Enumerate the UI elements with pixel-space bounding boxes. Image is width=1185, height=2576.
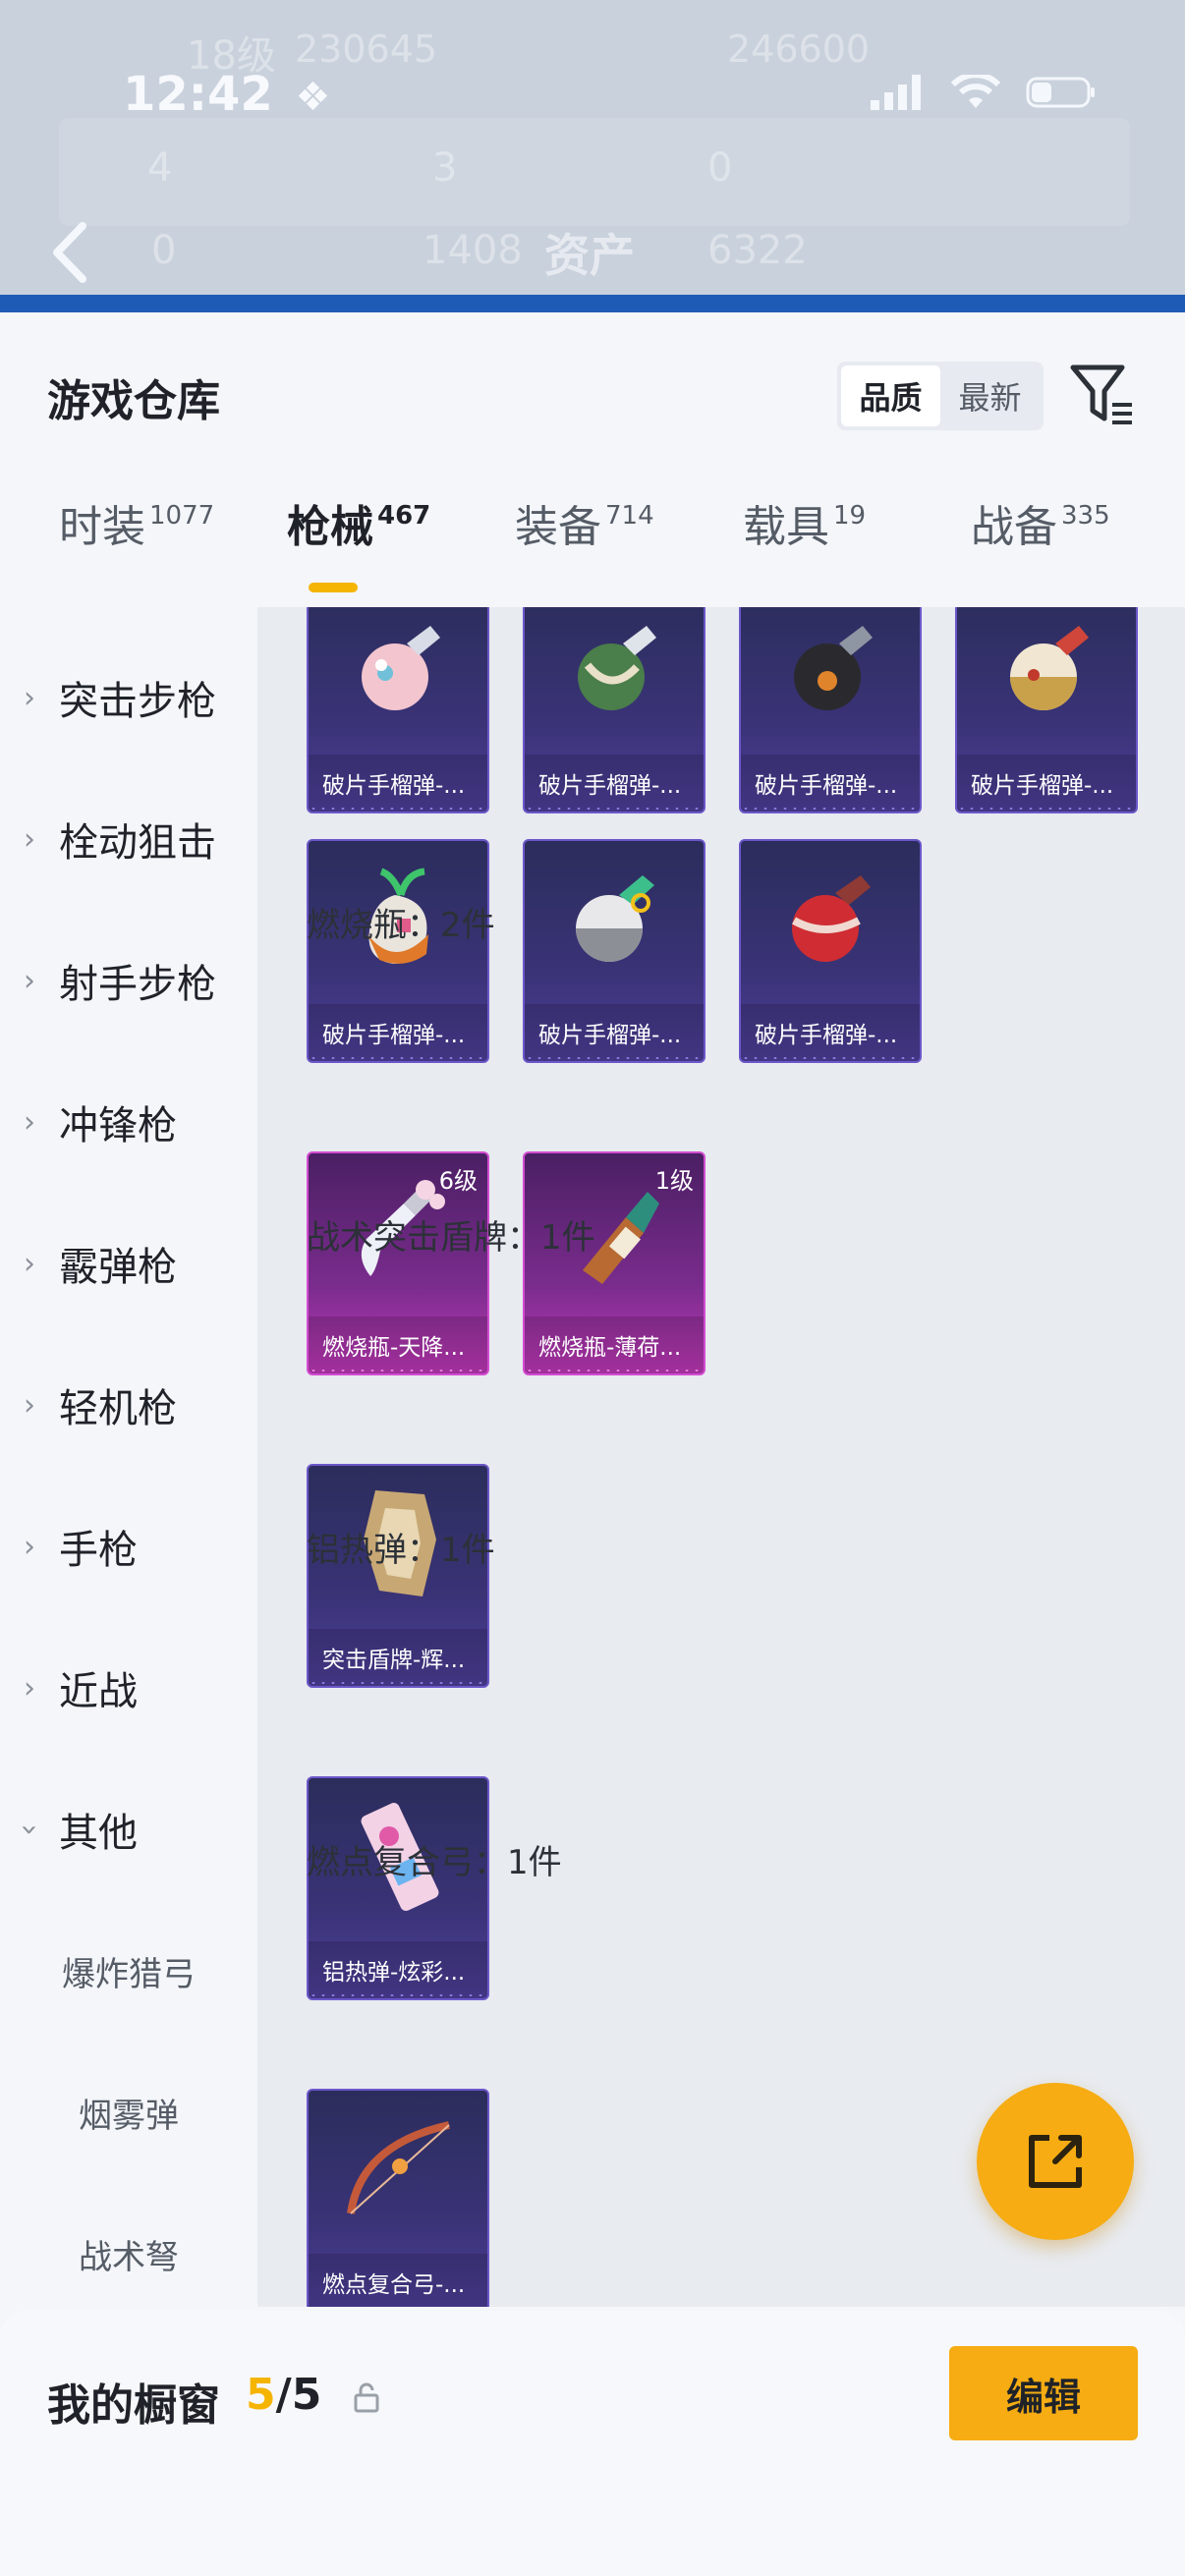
status-time: 12:42 ❖ [123,67,331,122]
sort-toggle: 品质 最新 [837,362,1044,430]
chevron-right-icon: › [24,1529,35,1564]
background-header: 18级 230645 246600 12:42 ❖ 4 3 0 0 1408 资… [0,0,1185,312]
stat-2: 3 [432,145,458,191]
chevron-right-icon: › [24,821,35,857]
item-level: 6级 [438,1167,478,1195]
wifi-icon [951,75,1000,108]
chevron-right-icon: › [24,963,35,998]
item-card[interactable]: 破片手榴弹-... [307,607,489,813]
bow-icon [347,2121,450,2214]
filter-icon[interactable] [1069,362,1134,426]
back-stat: 0 [151,228,177,273]
sidebar-item-shotgun[interactable]: › 霰弹枪 [0,1224,257,1303]
grenade-icon [1010,626,1089,710]
sidebar-item-lmg[interactable]: › 轻机枪 [0,1366,257,1444]
sort-latest-button[interactable]: 最新 [940,365,1040,426]
sidebar-item-smg[interactable]: › 冲锋枪 [0,1083,257,1161]
grenade-icon [794,626,873,710]
item-card[interactable]: 破片手榴弹-... [955,607,1138,813]
asset-value: 1408 [423,228,523,273]
sort-quality-button[interactable]: 品质 [841,365,940,426]
showcase-title: 我的橱窗 [47,2380,220,2431]
chevron-right-icon: › [24,1670,35,1706]
sidebar-sub-explosive-bow[interactable]: 爆炸猎弓 [0,1932,257,2010]
signal-icon [871,75,921,110]
score-right: 246600 [727,28,871,71]
item-card[interactable]: 6级 燃烧瓶-天降... [307,1151,489,1375]
lock-icon [354,2382,379,2413]
item-grid: 破片手榴弹-... 破片手榴弹-... 破片手榴弹-... 破片手榴弹-... … [257,607,1185,2307]
back-arrow-icon[interactable] [45,218,94,287]
item-card[interactable]: 破片手榴弹-... [739,607,922,813]
stat-1: 4 [147,145,173,191]
chevron-right-icon: › [24,1104,35,1140]
item-card[interactable]: 铝热弹-炫彩... [307,1776,489,2000]
grenade-icon [576,875,654,962]
asset-row: 0 1408 资产 6322 [53,198,1130,307]
sidebar: › 突击步枪 › 栓动狙击 › 射手步枪 › 冲锋枪 › 霰弹枪 › 轻机枪 › 手枪 › 近战… [0,607,257,2454]
sidebar-sub-crossbow[interactable]: 战术弩 [0,2214,257,2293]
share-icon [1029,2135,1082,2188]
item-card[interactable]: 燃点复合弓-... [307,2089,489,2307]
asset-label: 资产 [544,229,635,282]
group-title-thermite: 铝热弹：1件 [307,1531,495,1570]
tab-skins[interactable]: 时装 1077 [59,491,214,554]
asset-value-2: 6322 [707,228,808,273]
active-tab-indicator [309,583,358,592]
item-card[interactable]: 突击盾牌-辉... [307,1464,489,1688]
sidebar-item-assault-rifle[interactable]: › 突击步枪 [0,658,257,737]
sidebar-item-melee[interactable]: › 近战 [0,1649,257,1727]
sidebar-sub-smoke[interactable]: 烟雾弹 [0,2073,257,2152]
sidebar-item-other[interactable]: › 其他 [0,1790,257,1869]
item-card[interactable]: 破片手榴弹-... [307,839,489,1063]
sidebar-item-marksman-rifle[interactable]: › 射手步枪 [0,941,257,1020]
page-title: 游戏仓库 [47,376,220,426]
tab-tactical[interactable]: 战备 335 [971,491,1110,554]
sidebar-item-bolt-sniper[interactable]: › 栓动狙击 [0,800,257,878]
item-card[interactable]: 1级 燃烧瓶-薄荷... [523,1151,705,1375]
item-card[interactable]: 破片手榴弹-... [523,607,705,813]
warehouse-sheet: 游戏仓库 品质 最新 时装 1077 枪械 467 装备 714 载具 19 战备 335… [0,312,1185,2576]
chevron-right-icon: › [24,1387,35,1423]
status-icons [871,75,1097,110]
tab-equipment[interactable]: 装备 714 [515,491,654,554]
tab-guns[interactable]: 枪械 467 [287,491,430,554]
paw-icon: ❖ [295,75,331,120]
stat-3: 0 [707,145,733,191]
battery-icon [1026,77,1095,108]
score-left: 230645 [295,28,438,71]
showcase-bar: 我的橱窗 5/5 编辑 [0,2311,1185,2576]
grenade-icon [578,626,656,710]
group-title-bow: 燃点复合弓：1件 [307,1843,562,1882]
group-title-molotov: 燃烧瓶：2件 [307,906,495,945]
chevron-right-icon: › [24,680,35,715]
item-card[interactable]: 破片手榴弹-... [523,839,705,1063]
edit-button[interactable]: 编辑 [949,2346,1138,2440]
category-tabs: 时装 1077 枪械 467 装备 714 载具 19 战备 335 [0,491,1185,599]
blue-strip [0,295,1185,312]
grenade-icon [792,875,871,962]
sidebar-item-pistol[interactable]: › 手枪 [0,1507,257,1586]
item-card[interactable]: 破片手榴弹-... [739,839,922,1063]
group-title-shield: 战术突击盾牌：1件 [307,1218,595,1258]
tab-vehicles[interactable]: 载具 19 [743,491,866,554]
item-level: 1级 [654,1167,694,1195]
chevron-right-icon: › [24,1246,35,1281]
share-button[interactable] [977,2083,1134,2240]
grenade-icon [362,626,440,710]
showcase-count: 5/5 [246,2370,322,2420]
chevron-down-icon: › [12,1823,47,1835]
